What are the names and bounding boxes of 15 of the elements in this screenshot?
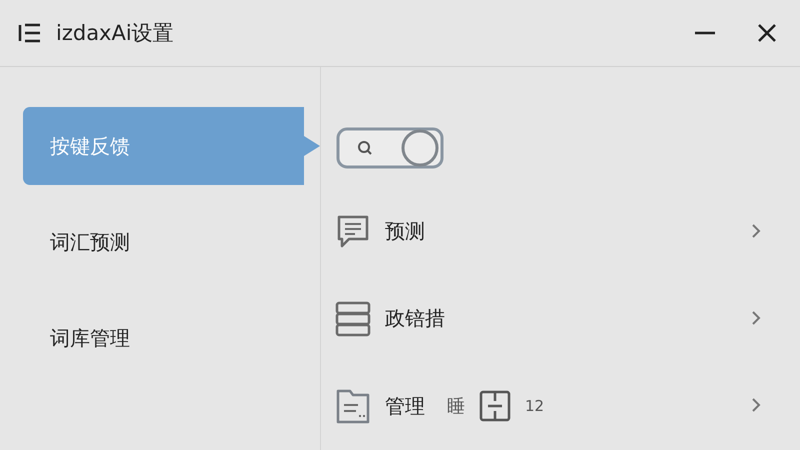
row-label: 政锫措 — [385, 305, 445, 332]
sidebar-item[interactable]: 词库管理 — [23, 299, 320, 377]
row-label: 管理 — [385, 392, 425, 420]
close-icon[interactable] — [756, 22, 778, 44]
row-extra-text: 睡 — [447, 395, 465, 418]
window-title: izdaxAi设置 — [56, 20, 175, 47]
sidebar-item[interactable]: 词汇预测 — [23, 203, 320, 281]
chat-bubble-icon — [335, 214, 371, 250]
document-folder-icon — [335, 388, 371, 424]
split-box-icon — [479, 390, 511, 422]
row-label: 预测 — [385, 218, 425, 246]
stack-icon — [335, 300, 371, 337]
toggle-switch[interactable] — [336, 125, 444, 171]
menu-icon[interactable] — [18, 23, 42, 43]
row-count-label: 12 — [525, 397, 544, 416]
